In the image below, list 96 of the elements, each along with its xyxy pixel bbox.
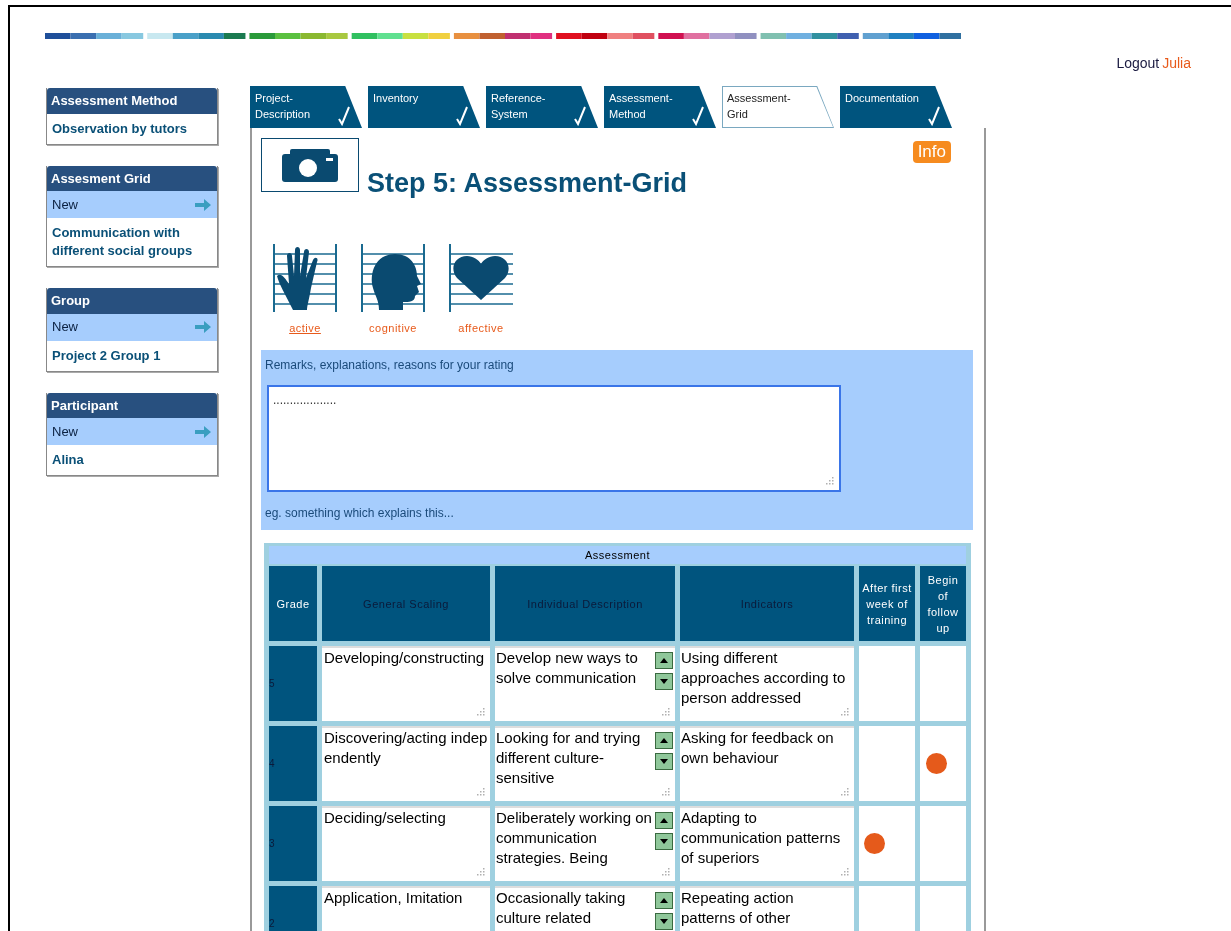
sidebar-link[interactable]: Project 2 Group 1: [47, 340, 217, 371]
panel-header: Group: [47, 288, 217, 314]
user-name[interactable]: Julia: [1162, 53, 1191, 74]
sidebar-link[interactable]: Alina: [47, 445, 217, 475]
resize-grip-icon: [661, 707, 670, 716]
scroll-down-button[interactable]: [655, 753, 673, 770]
resize-grip-icon: [825, 476, 834, 485]
rating-cell[interactable]: [920, 806, 966, 881]
resize-grip-icon: [840, 707, 849, 716]
down-triangle-icon: [660, 919, 668, 924]
scroll-up-button[interactable]: [655, 652, 673, 669]
scaling-text-area[interactable]: Developing/constructing: [322, 646, 490, 721]
grade-cell: 5: [269, 646, 317, 721]
description-text-area[interactable]: Occasionally taking culture related: [495, 886, 675, 931]
remarks-hint: eg. something which explains this...: [265, 505, 455, 522]
tab[interactable]: Project- Description: [250, 86, 362, 128]
arrow-right-icon: [194, 198, 212, 211]
domain-link[interactable]: active: [289, 319, 321, 336]
heart-icon: [449, 243, 513, 312]
description-text-area[interactable]: Develop new ways to solve communication: [495, 646, 675, 721]
grade-cell: 4: [269, 726, 317, 801]
remarks-label: Remarks, explanations, reasons for your rating: [265, 357, 515, 374]
description-text-area[interactable]: Deliberately working on communication strategies. Being: [495, 806, 675, 881]
grade-cell: 2: [269, 886, 317, 931]
logout-link[interactable]: Logout: [1116, 53, 1160, 74]
new-label[interactable]: New: [52, 421, 78, 442]
scroll-up-button[interactable]: [655, 732, 673, 749]
resize-grip-icon: [661, 867, 670, 876]
up-triangle-icon: [660, 898, 668, 903]
tab[interactable]: Documentation: [840, 86, 952, 128]
indicators-text-area[interactable]: Using different approaches according to person addressed: [680, 646, 854, 721]
indicators-text-area[interactable]: Repeating action patterns of other: [680, 886, 854, 931]
down-triangle-icon: [660, 759, 668, 764]
sidebar-link[interactable]: Observation by tutors: [47, 113, 217, 144]
down-triangle-icon: [660, 839, 668, 844]
checkmark-icon: [338, 106, 350, 126]
indicators-text-area[interactable]: Asking for feedback on own behaviour: [680, 726, 854, 801]
column-header: General Scaling: [322, 566, 490, 641]
column-header: Begin of follow up: [920, 566, 966, 641]
column-header: After first week of training: [859, 566, 915, 641]
rating-cell[interactable]: [859, 726, 915, 801]
resize-grip-icon: [476, 787, 485, 796]
table-title: Assessment: [269, 546, 966, 564]
camera-icon: [282, 148, 338, 182]
description-text-area[interactable]: Looking for and trying different culture-sensitive: [495, 726, 675, 801]
rating-cell[interactable]: [859, 646, 915, 721]
indicators-text-area[interactable]: Adapting to communication patterns of superiors: [680, 806, 854, 881]
tab[interactable]: Assessment- Grid: [722, 86, 834, 128]
checkmark-icon: [574, 106, 586, 126]
arrow-right-icon: [194, 425, 212, 438]
panel-header: Participant: [47, 392, 217, 418]
rating-cell[interactable]: [920, 646, 966, 721]
scroll-down-button[interactable]: [655, 833, 673, 850]
resize-grip-icon: [661, 787, 670, 796]
rating-cell[interactable]: [920, 726, 966, 801]
tab[interactable]: Reference- System: [486, 86, 598, 128]
resize-grip-icon: [840, 787, 849, 796]
tab[interactable]: Assessment- Method: [604, 86, 716, 128]
checkmark-icon: [692, 106, 704, 126]
scaling-text-area[interactable]: Discovering/acting independently: [322, 726, 490, 801]
hand-icon: [273, 243, 337, 312]
down-triangle-icon: [660, 679, 668, 684]
checkmark-icon: [456, 106, 468, 126]
new-row[interactable]: New: [47, 418, 217, 445]
panel-header: Assesment Grid: [47, 165, 217, 191]
new-row[interactable]: New: [47, 191, 217, 218]
scroll-up-button[interactable]: [655, 812, 673, 829]
domain-link[interactable]: cognitive: [369, 319, 417, 336]
up-triangle-icon: [660, 658, 668, 663]
column-header: Grade: [269, 566, 317, 641]
panel-header: Assessment Method: [47, 88, 217, 114]
scroll-up-button[interactable]: [655, 892, 673, 909]
head-icon: [361, 243, 425, 312]
sidebar-link[interactable]: Communication with different social groups: [47, 218, 217, 266]
rating-cell[interactable]: [859, 806, 915, 881]
scroll-down-button[interactable]: [655, 673, 673, 690]
resize-grip-icon: [476, 707, 485, 716]
up-triangle-icon: [660, 738, 668, 743]
domain-link[interactable]: affective: [458, 319, 504, 336]
scaling-text-area[interactable]: Application, Imitation: [322, 886, 490, 931]
resize-grip-icon: [840, 867, 849, 876]
step-title: Step 5: Assessment-Grid: [367, 167, 688, 200]
tab[interactable]: Inventory: [368, 86, 480, 128]
resize-grip-icon: [476, 867, 485, 876]
scroll-down-button[interactable]: [655, 913, 673, 930]
remarks-input[interactable]: ...................: [267, 385, 841, 492]
checkmark-icon: [928, 106, 940, 126]
new-row[interactable]: New: [47, 313, 217, 341]
new-label[interactable]: New: [52, 317, 78, 337]
column-header: Indicators: [680, 566, 854, 641]
column-header: Individual Description: [495, 566, 675, 641]
new-label[interactable]: New: [52, 194, 78, 215]
grade-cell: 3: [269, 806, 317, 881]
arrow-right-icon: [194, 321, 212, 333]
up-triangle-icon: [660, 818, 668, 823]
scaling-text-area[interactable]: Deciding/selecting: [322, 806, 490, 881]
